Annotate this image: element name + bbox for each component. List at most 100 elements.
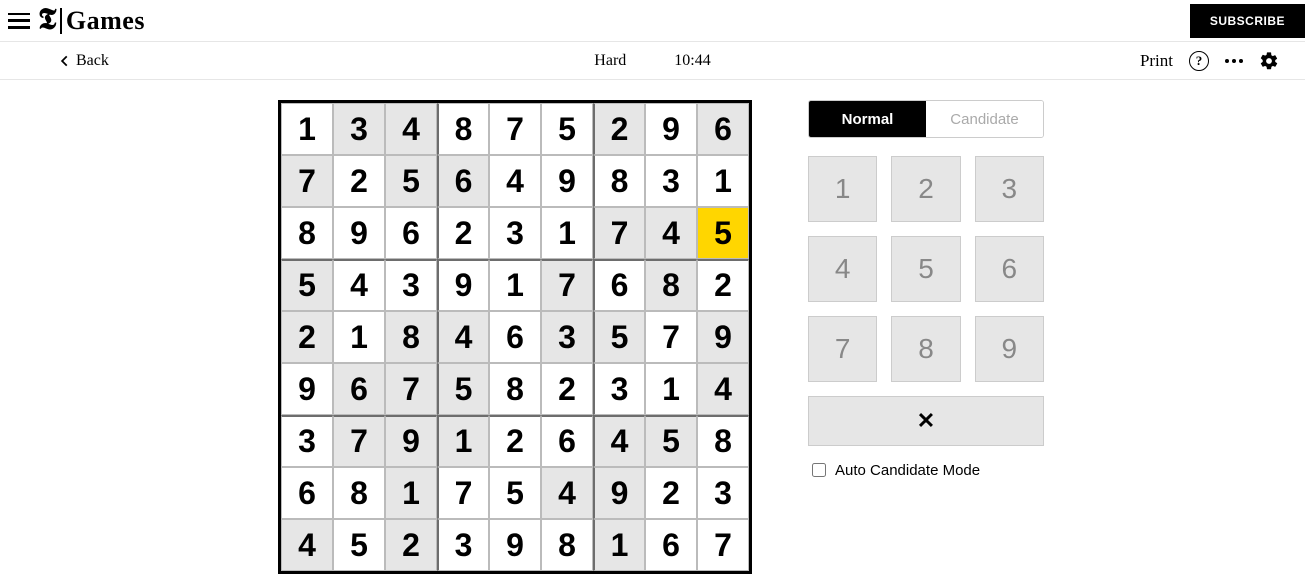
more-icon[interactable] [1225, 59, 1243, 63]
cell-r8-c3[interactable]: 3 [437, 519, 489, 571]
cell-r1-c6[interactable]: 8 [593, 155, 645, 207]
cell-r3-c2[interactable]: 3 [385, 259, 437, 311]
cell-r6-c8[interactable]: 8 [697, 415, 749, 467]
cell-r5-c6[interactable]: 3 [593, 363, 645, 415]
cell-r4-c6[interactable]: 5 [593, 311, 645, 363]
cell-r8-c7[interactable]: 6 [645, 519, 697, 571]
cell-r2-c4[interactable]: 3 [489, 207, 541, 259]
cell-r0-c6[interactable]: 2 [593, 103, 645, 155]
cell-r4-c7[interactable]: 7 [645, 311, 697, 363]
cell-r8-c6[interactable]: 1 [593, 519, 645, 571]
cell-r1-c1[interactable]: 2 [333, 155, 385, 207]
cell-r0-c2[interactable]: 4 [385, 103, 437, 155]
cell-r1-c3[interactable]: 6 [437, 155, 489, 207]
cell-r4-c0[interactable]: 2 [281, 311, 333, 363]
cell-r2-c7[interactable]: 4 [645, 207, 697, 259]
cell-r3-c3[interactable]: 9 [437, 259, 489, 311]
cell-r8-c0[interactable]: 4 [281, 519, 333, 571]
cell-r0-c7[interactable]: 9 [645, 103, 697, 155]
menu-icon[interactable] [8, 13, 30, 29]
cell-r6-c3[interactable]: 1 [437, 415, 489, 467]
cell-r5-c8[interactable]: 4 [697, 363, 749, 415]
key-8[interactable]: 8 [891, 316, 960, 382]
cell-r2-c0[interactable]: 8 [281, 207, 333, 259]
cell-r7-c7[interactable]: 2 [645, 467, 697, 519]
cell-r4-c8[interactable]: 9 [697, 311, 749, 363]
key-clear[interactable]: ✕ [808, 396, 1044, 446]
cell-r2-c3[interactable]: 2 [437, 207, 489, 259]
cell-r7-c2[interactable]: 1 [385, 467, 437, 519]
cell-r3-c0[interactable]: 5 [281, 259, 333, 311]
cell-r1-c5[interactable]: 9 [541, 155, 593, 207]
cell-r3-c7[interactable]: 8 [645, 259, 697, 311]
cell-r7-c4[interactable]: 5 [489, 467, 541, 519]
cell-r6-c0[interactable]: 3 [281, 415, 333, 467]
cell-r6-c5[interactable]: 6 [541, 415, 593, 467]
cell-r0-c3[interactable]: 8 [437, 103, 489, 155]
cell-r2-c1[interactable]: 9 [333, 207, 385, 259]
key-9[interactable]: 9 [975, 316, 1044, 382]
back-button[interactable]: Back [58, 52, 109, 70]
cell-r2-c2[interactable]: 6 [385, 207, 437, 259]
cell-r6-c6[interactable]: 4 [593, 415, 645, 467]
cell-r3-c5[interactable]: 7 [541, 259, 593, 311]
mode-candidate-button[interactable]: Candidate [926, 101, 1043, 137]
subscribe-button[interactable]: SUBSCRIBE [1190, 4, 1305, 38]
cell-r3-c6[interactable]: 6 [593, 259, 645, 311]
cell-r1-c2[interactable]: 5 [385, 155, 437, 207]
auto-candidate-checkbox[interactable] [812, 463, 826, 477]
cell-r4-c2[interactable]: 8 [385, 311, 437, 363]
mode-normal-button[interactable]: Normal [809, 101, 926, 137]
cell-r6-c7[interactable]: 5 [645, 415, 697, 467]
cell-r7-c8[interactable]: 3 [697, 467, 749, 519]
key-5[interactable]: 5 [891, 236, 960, 302]
cell-r5-c3[interactable]: 5 [437, 363, 489, 415]
cell-r3-c4[interactable]: 1 [489, 259, 541, 311]
cell-r3-c1[interactable]: 4 [333, 259, 385, 311]
cell-r7-c0[interactable]: 6 [281, 467, 333, 519]
cell-r8-c8[interactable]: 7 [697, 519, 749, 571]
cell-r5-c2[interactable]: 7 [385, 363, 437, 415]
cell-r5-c5[interactable]: 2 [541, 363, 593, 415]
cell-r0-c5[interactable]: 5 [541, 103, 593, 155]
cell-r5-c4[interactable]: 8 [489, 363, 541, 415]
cell-r5-c7[interactable]: 1 [645, 363, 697, 415]
print-button[interactable]: Print [1140, 51, 1173, 71]
cell-r6-c1[interactable]: 7 [333, 415, 385, 467]
cell-r0-c4[interactable]: 7 [489, 103, 541, 155]
key-4[interactable]: 4 [808, 236, 877, 302]
cell-r4-c5[interactable]: 3 [541, 311, 593, 363]
cell-r0-c8[interactable]: 6 [697, 103, 749, 155]
settings-button[interactable] [1259, 51, 1279, 71]
cell-r8-c4[interactable]: 9 [489, 519, 541, 571]
cell-r4-c3[interactable]: 4 [437, 311, 489, 363]
key-2[interactable]: 2 [891, 156, 960, 222]
cell-r4-c4[interactable]: 6 [489, 311, 541, 363]
cell-r4-c1[interactable]: 1 [333, 311, 385, 363]
key-3[interactable]: 3 [975, 156, 1044, 222]
cell-r7-c3[interactable]: 7 [437, 467, 489, 519]
key-6[interactable]: 6 [975, 236, 1044, 302]
cell-r1-c0[interactable]: 7 [281, 155, 333, 207]
cell-r2-c6[interactable]: 7 [593, 207, 645, 259]
cell-r0-c0[interactable]: 1 [281, 103, 333, 155]
help-button[interactable]: ? [1189, 51, 1209, 71]
cell-r8-c2[interactable]: 2 [385, 519, 437, 571]
cell-r5-c0[interactable]: 9 [281, 363, 333, 415]
cell-r1-c8[interactable]: 1 [697, 155, 749, 207]
cell-r7-c1[interactable]: 8 [333, 467, 385, 519]
cell-r6-c4[interactable]: 2 [489, 415, 541, 467]
cell-r2-c5[interactable]: 1 [541, 207, 593, 259]
logo[interactable]: 𝕿 Games [38, 4, 145, 37]
cell-r0-c1[interactable]: 3 [333, 103, 385, 155]
cell-r1-c7[interactable]: 3 [645, 155, 697, 207]
cell-r5-c1[interactable]: 6 [333, 363, 385, 415]
cell-r6-c2[interactable]: 9 [385, 415, 437, 467]
key-7[interactable]: 7 [808, 316, 877, 382]
cell-r1-c4[interactable]: 4 [489, 155, 541, 207]
cell-r3-c8[interactable]: 2 [697, 259, 749, 311]
cell-r7-c6[interactable]: 9 [593, 467, 645, 519]
cell-r8-c5[interactable]: 8 [541, 519, 593, 571]
auto-candidate-toggle[interactable]: Auto Candidate Mode [808, 460, 1044, 480]
key-1[interactable]: 1 [808, 156, 877, 222]
